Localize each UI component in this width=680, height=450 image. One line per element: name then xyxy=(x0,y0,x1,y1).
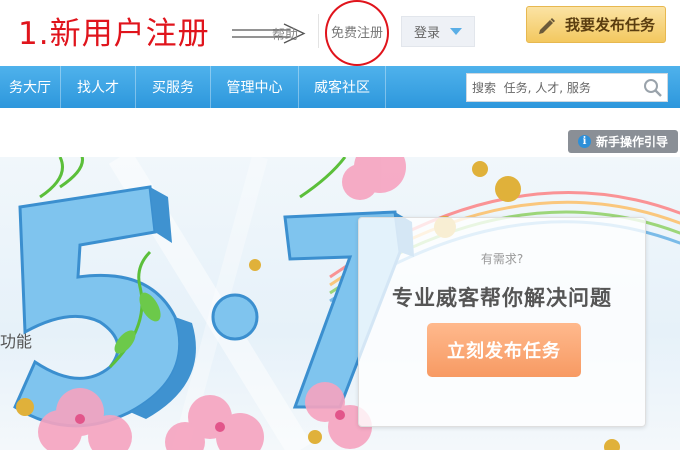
card-question: 有需求? xyxy=(480,252,524,266)
big-number-5-graphic xyxy=(13,185,196,428)
nav-item-label: 管理中心 xyxy=(226,80,283,96)
caret-down-icon xyxy=(450,28,462,35)
publish-now-label: 立刻发布任务 xyxy=(447,341,561,362)
search-box xyxy=(466,73,668,102)
nav-item-management[interactable]: 管理中心 xyxy=(211,66,299,108)
side-text-fragment: 功能 xyxy=(0,332,33,351)
nav-item-label: 找人才 xyxy=(77,80,119,96)
info-icon: i xyxy=(577,135,591,148)
nav-item-community[interactable]: 威客社区 xyxy=(299,66,386,108)
publish-task-label: 我要发布任务 xyxy=(564,16,655,34)
register-link[interactable]: 免费注册 xyxy=(318,14,395,48)
login-button[interactable]: 登录 xyxy=(401,16,475,47)
nav-item-label: 买服务 xyxy=(152,80,194,96)
nav-item-buy-service[interactable]: 买服务 xyxy=(136,66,211,108)
guide-label: 新手操作引导 xyxy=(595,135,668,149)
publish-task-button[interactable]: 我要发布任务 xyxy=(526,6,666,43)
pencil-icon xyxy=(538,17,555,34)
nav-item-label: 务大厅 xyxy=(9,80,51,96)
search-input[interactable] xyxy=(467,74,642,101)
promo-card: 有需求? 专业威客帮你解决问题 立刻发布任务 xyxy=(358,217,646,427)
main-nav: 务大厅 找人才 买服务 管理中心 威客社区 xyxy=(0,66,680,108)
help-link[interactable]: 帮助 xyxy=(272,24,298,43)
login-label: 登录 xyxy=(413,26,440,41)
register-label: 免费注册 xyxy=(330,25,383,41)
nav-item-label: 威客社区 xyxy=(314,80,370,96)
promo-banner: 有需求? 专业威客帮你解决问题 立刻发布任务 xyxy=(0,157,680,450)
nav-item-task-hall[interactable]: 务大厅 xyxy=(0,66,61,108)
nav-item-find-talent[interactable]: 找人才 xyxy=(61,66,136,108)
beginner-guide-button[interactable]: i 新手操作引导 xyxy=(568,130,678,153)
step-annotation-title: 1.新用户注册 xyxy=(18,16,210,52)
publish-now-button[interactable]: 立刻发布任务 xyxy=(427,323,581,377)
search-icon[interactable] xyxy=(643,78,663,98)
card-title: 专业威客帮你解决问题 xyxy=(392,286,612,310)
